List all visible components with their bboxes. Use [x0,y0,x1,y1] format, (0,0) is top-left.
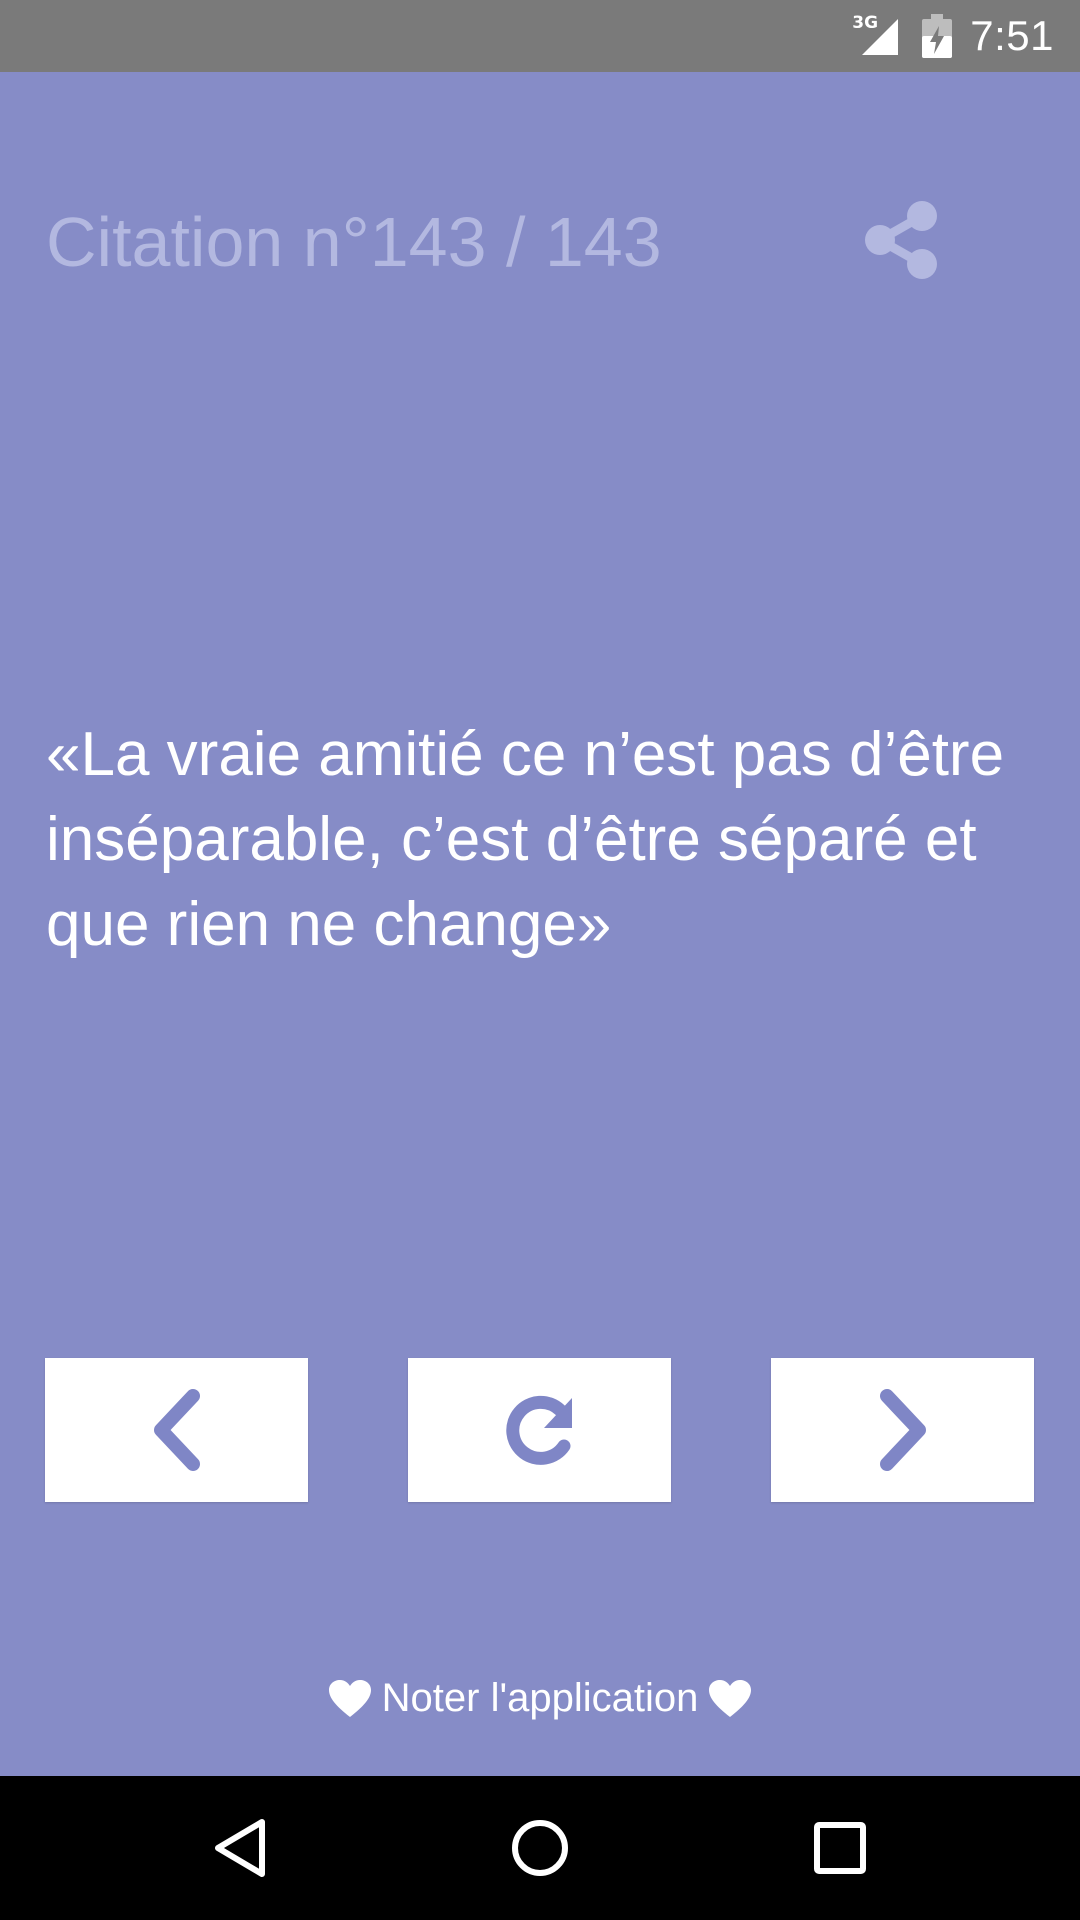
battery-charging-icon [922,14,953,58]
chevron-left-icon [153,1389,200,1471]
system-navigation-bar [0,1776,1080,1920]
signal-icon [862,19,899,55]
clock: 7:51 [970,12,1054,59]
home-icon [512,1820,568,1876]
chevron-right-icon [879,1389,926,1471]
refresh-icon [505,1395,572,1465]
quote-text: «La vraie amitié ce n’est pas d’être ins… [46,720,1005,959]
share-button[interactable] [858,198,946,286]
quote-navigation [0,1358,1080,1502]
recents-button[interactable] [768,1776,912,1920]
home-button[interactable] [468,1776,612,1920]
back-icon [215,1819,265,1877]
status-icons: 3G 7:51 [852,0,1054,72]
previous-quote-button[interactable] [45,1358,308,1502]
recents-icon [814,1822,866,1874]
main-content: Citation n°143 / 143 «La vraie amitié ce… [0,72,1080,1776]
heart-icon [328,1679,371,1717]
next-quote-button[interactable] [771,1358,1034,1502]
signal-indicator: 3G [852,13,904,59]
back-button[interactable] [168,1776,312,1920]
status-bar: 3G 7:51 [0,0,1080,72]
random-quote-button[interactable] [408,1358,671,1502]
share-icon [865,201,937,279]
heart-icon [709,1679,752,1717]
rate-app-label: Noter l'application [381,1676,699,1720]
quote-counter-title: Citation n°143 / 143 [46,203,662,281]
rate-app-link[interactable]: Noter l'application [0,1676,1080,1721]
